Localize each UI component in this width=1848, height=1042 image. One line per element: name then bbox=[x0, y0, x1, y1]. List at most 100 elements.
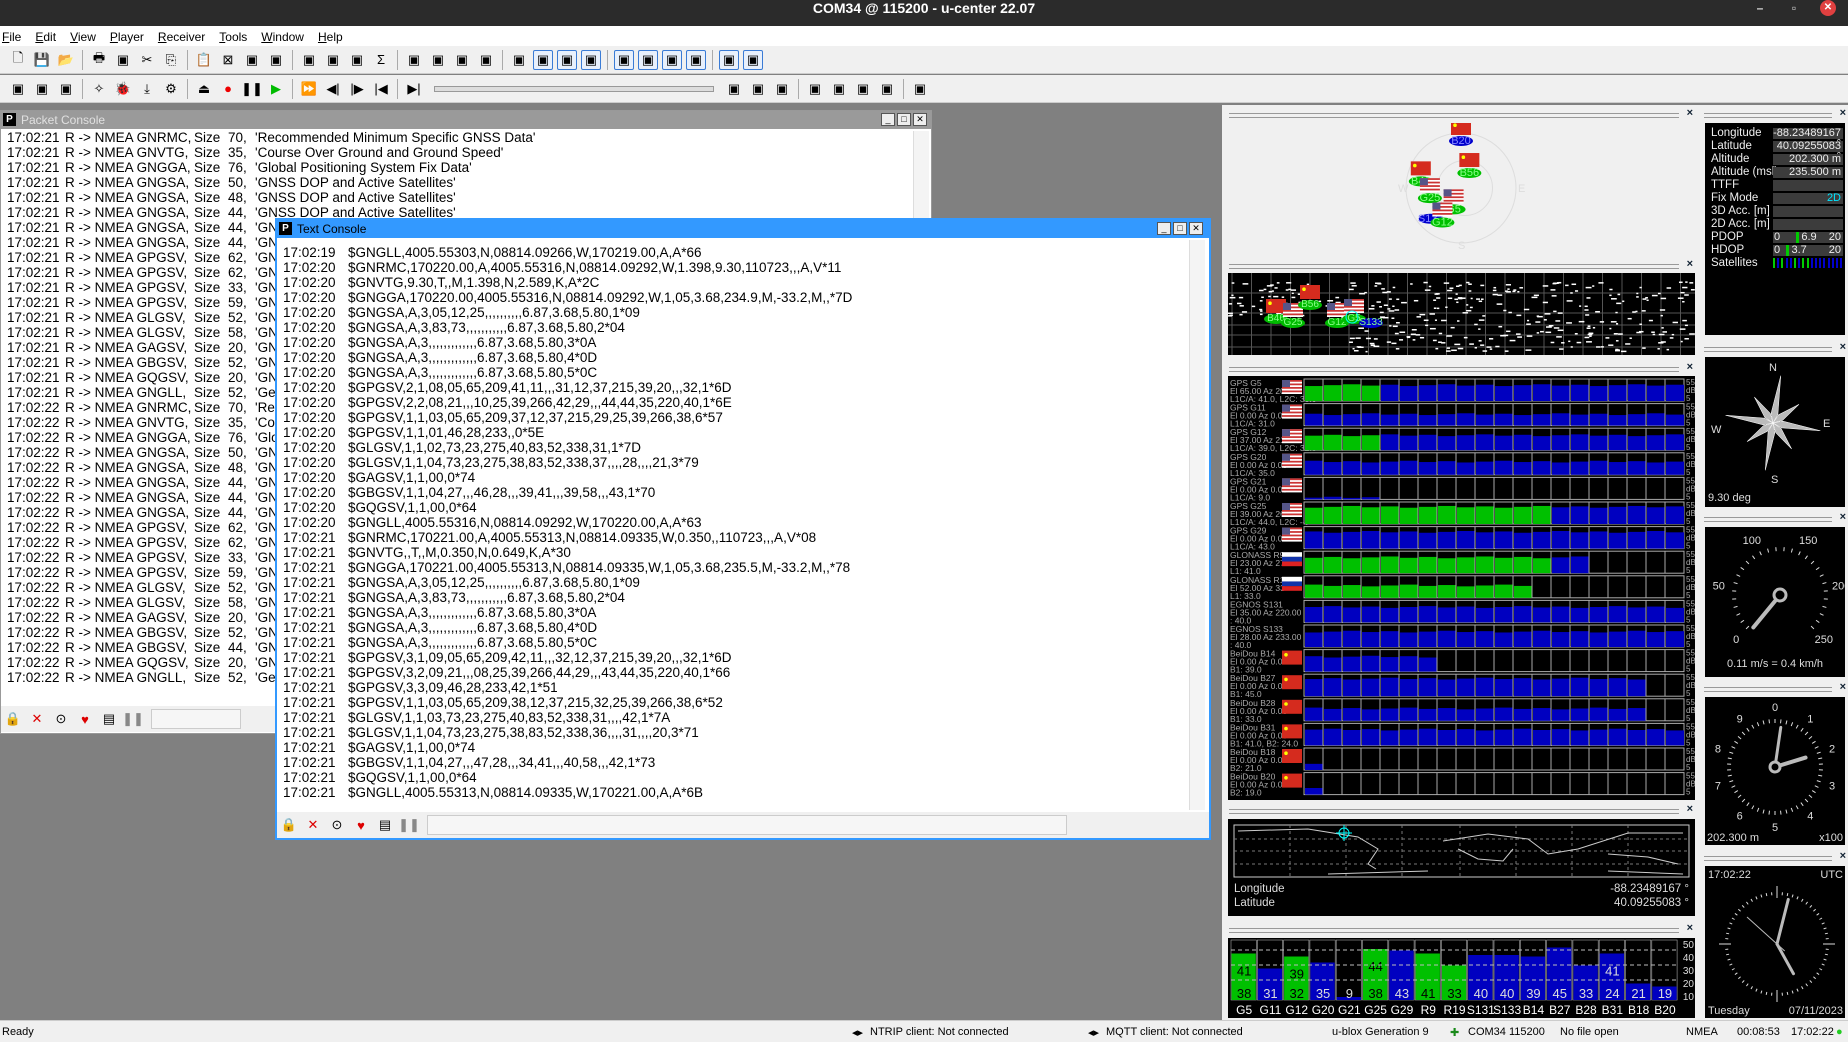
world-map-icon[interactable]: ▣ bbox=[686, 49, 706, 70]
port-status[interactable]: COM34 115200 bbox=[1468, 1026, 1545, 1038]
close-icon[interactable]: × bbox=[1687, 803, 1693, 815]
pane-right-icon[interactable]: ▣ bbox=[347, 50, 367, 70]
line-chart-icon[interactable]: ▣ bbox=[452, 50, 472, 70]
text-row[interactable]: 17:02:21 $GNGSA,A,3,,,,,,,,,,,,,6.87,3.68… bbox=[283, 620, 1183, 635]
new-file-icon[interactable]: 🗋 bbox=[8, 50, 28, 70]
text-row[interactable]: 17:02:21 $GPGSV,1,1,03,05,65,209,38,12,37… bbox=[283, 695, 1183, 710]
text-row[interactable]: 17:02:20 $GAGSV,1,1,00,0*74 bbox=[283, 470, 1183, 485]
mqtt-status[interactable]: MQTT client: Not connected bbox=[1106, 1026, 1243, 1038]
menu-file[interactable]: File bbox=[0, 26, 29, 46]
text-console-window[interactable]: P Text Console _ □ ✕ 17:02:19 $GNGLL,4005… bbox=[275, 218, 1211, 840]
text-row[interactable]: 17:02:20 $GPGSV,1,1,03,05,65,209,37,12,37… bbox=[283, 410, 1183, 425]
data-view-icon[interactable]: ▣ bbox=[614, 49, 634, 70]
chart-view-icon[interactable]: ▣ bbox=[428, 50, 448, 70]
text-row[interactable]: 17:02:21 $GNVTG,,T,,M,0.350,N,0.649,K,A*3… bbox=[283, 545, 1183, 560]
sky-view-header[interactable]: × bbox=[1225, 107, 1695, 121]
map-header[interactable]: × bbox=[1225, 803, 1695, 817]
close-icon[interactable]: × bbox=[1840, 341, 1846, 353]
print-icon[interactable]: 🖶 bbox=[89, 50, 109, 70]
text-row[interactable]: 17:02:21 $GBGSV,1,1,04,27,,,47,28,,,34,41… bbox=[283, 755, 1183, 770]
download-icon[interactable]: ⤓ bbox=[137, 79, 157, 99]
text-row[interactable]: 17:02:20 $GPGSV,1,1,01,46,28,233,,0*5E bbox=[283, 425, 1183, 440]
menu-player[interactable]: Player bbox=[108, 26, 152, 46]
text-row[interactable]: 17:02:20 $GNGSA,A,3,83,73,,,,,,,,,,,6.87,… bbox=[283, 320, 1183, 335]
close-icon[interactable]: × bbox=[1840, 107, 1846, 119]
text-row[interactable]: 17:02:21 $GNGSA,A,3,83,73,,,,,,,,,,,6.87,… bbox=[283, 590, 1183, 605]
save-log-icon[interactable]: ▤ bbox=[99, 709, 119, 729]
text-row[interactable]: 17:02:21 $GNGSA,A,3,,,,,,,,,,,,,6.87,3.68… bbox=[283, 635, 1183, 650]
text-row[interactable]: 17:02:21 $GNGLL,4005.55313,N,08814.09335,… bbox=[283, 785, 1183, 800]
signal-chart-header[interactable]: × bbox=[1225, 361, 1695, 375]
close-icon[interactable]: × bbox=[1840, 511, 1846, 523]
text-row[interactable]: 17:02:21 $GNRMC,170221.00,A,4005.55313,N,… bbox=[283, 530, 1183, 545]
close-button[interactable]: ✕ bbox=[913, 113, 927, 126]
text-row[interactable]: 17:02:20 $GPGSV,2,2,08,21,,,10,25,39,266,… bbox=[283, 395, 1183, 410]
close-button[interactable]: ✕ bbox=[1189, 222, 1203, 235]
save-log-icon[interactable]: ▤ bbox=[375, 815, 395, 835]
text-row[interactable]: 17:02:21 $GPGSV,3,1,09,05,65,209,42,11,,,… bbox=[283, 650, 1183, 665]
text-row[interactable]: 17:02:21 $GQGSV,1,1,00,0*64 bbox=[283, 770, 1183, 785]
speed-header[interactable]: × bbox=[1700, 511, 1848, 525]
packet-row[interactable]: 17:02:21 R -> NMEA GNGGA, Size 76, 'Global P… bbox=[7, 160, 907, 175]
text-row[interactable]: 17:02:20 $GNGGA,170220.00,4005.55316,N,08… bbox=[283, 290, 1183, 305]
text-row[interactable]: 17:02:21 $GLGSV,1,1,04,73,23,275,38,83,52… bbox=[283, 725, 1183, 740]
close-icon[interactable]: × bbox=[1840, 850, 1846, 862]
step-forward-icon[interactable]: |▶ bbox=[347, 79, 367, 99]
pc-filter-icon[interactable]: ⊙ bbox=[327, 815, 347, 835]
close-icon[interactable]: × bbox=[1687, 922, 1693, 934]
compass-icon[interactable]: ▣ bbox=[662, 49, 682, 70]
lock-icon[interactable]: 🔒 bbox=[3, 709, 23, 729]
playback-slider[interactable] bbox=[434, 85, 714, 92]
close-icon[interactable]: × bbox=[1687, 107, 1693, 119]
text-row[interactable]: 17:02:21 $GPGSV,3,3,09,46,28,233,42,1*51 bbox=[283, 680, 1183, 695]
cno-chart-header[interactable]: × bbox=[1225, 922, 1695, 936]
menu-window[interactable]: Window bbox=[259, 26, 312, 46]
pause-icon[interactable]: ❚❚ bbox=[122, 709, 144, 729]
play-icon[interactable]: ▶ bbox=[266, 79, 286, 99]
cut-icon[interactable]: ✂ bbox=[137, 50, 157, 70]
fast-forward-icon[interactable]: ⏩ bbox=[299, 79, 319, 99]
filter-input[interactable] bbox=[151, 709, 241, 729]
packet-console-icon[interactable]: ▣ bbox=[557, 49, 577, 70]
text-row[interactable]: 17:02:21 $GNGGA,170221.00,4005.55313,N,08… bbox=[283, 560, 1183, 575]
text-row[interactable]: 17:02:20 $GQGSV,1,1,00,0*64 bbox=[283, 500, 1183, 515]
sky-view-toggle-icon[interactable]: ▣ bbox=[533, 49, 553, 70]
packet-row[interactable]: 17:02:21 R -> NMEA GNGSA, Size 50, 'GNSS DOP… bbox=[7, 175, 907, 190]
copy-icon[interactable]: ⎘ bbox=[161, 50, 181, 70]
text-row[interactable]: 17:02:21 $GNGSA,A,3,05,12,25,,,,,,,,,,6.8… bbox=[283, 575, 1183, 590]
altimeter-header[interactable]: × bbox=[1700, 681, 1848, 695]
receiver-connection-icon[interactable]: ▣ bbox=[8, 79, 28, 99]
debug-icon[interactable]: 🐞 bbox=[113, 79, 133, 99]
menu-edit[interactable]: Edit bbox=[33, 26, 64, 46]
lock-icon[interactable]: 🔒 bbox=[279, 815, 299, 835]
text-row[interactable]: 17:02:19 $GNGLL,4005.55303,N,08814.09266,… bbox=[283, 245, 1183, 260]
text-console-titlebar[interactable]: P Text Console _ □ ✕ bbox=[277, 220, 1209, 238]
gnss-antenna-icon[interactable]: ▣ bbox=[829, 79, 849, 99]
satellite-view-icon[interactable]: ▣ bbox=[743, 49, 763, 70]
clear-icon[interactable]: ✕ bbox=[303, 815, 323, 835]
menu-view[interactable]: View bbox=[68, 26, 104, 46]
close-button[interactable]: ✕ bbox=[1820, 0, 1836, 16]
close-icon[interactable]: × bbox=[1687, 258, 1693, 270]
text-row[interactable]: 17:02:20 $GNGSA,A,3,05,12,25,,,,,,,,,,6.8… bbox=[283, 305, 1183, 320]
pc-filter-icon[interactable]: ⊙ bbox=[51, 709, 71, 729]
seek-end-icon[interactable]: ▶| bbox=[404, 79, 424, 99]
signal-chart-icon[interactable]: ▣ bbox=[581, 49, 601, 70]
gear-1-icon[interactable]: ▣ bbox=[853, 79, 873, 99]
table-view-icon[interactable]: ▣ bbox=[404, 50, 424, 70]
maximize-button[interactable]: ▫ bbox=[1777, 0, 1811, 16]
text-row[interactable]: 17:02:20 $GNGSA,A,3,,,,,,,,,,,,,6.87,3.68… bbox=[283, 365, 1183, 380]
gnss-config-icon[interactable]: ▣ bbox=[805, 79, 825, 99]
compass-header[interactable]: × bbox=[1700, 341, 1848, 355]
marker-icon[interactable]: ♥ bbox=[351, 815, 371, 835]
settings-icon[interactable]: ⚙ bbox=[161, 79, 181, 99]
text-list[interactable]: 17:02:19 $GNGLL,4005.55303,N,08814.09266,… bbox=[277, 238, 1209, 810]
eject-icon[interactable]: ⏏ bbox=[194, 79, 214, 99]
clock-header[interactable]: × bbox=[1700, 850, 1848, 864]
clear-icon[interactable]: ✕ bbox=[27, 709, 47, 729]
save-icon[interactable]: 💾 bbox=[32, 50, 52, 70]
text-row[interactable]: 17:02:20 $GLGSV,1,1,04,73,23,275,38,83,52… bbox=[283, 455, 1183, 470]
sigma-icon[interactable]: Σ bbox=[371, 50, 391, 70]
minimize-button[interactable]: _ bbox=[881, 113, 895, 126]
hot-start-icon[interactable]: ▣ bbox=[724, 79, 744, 99]
